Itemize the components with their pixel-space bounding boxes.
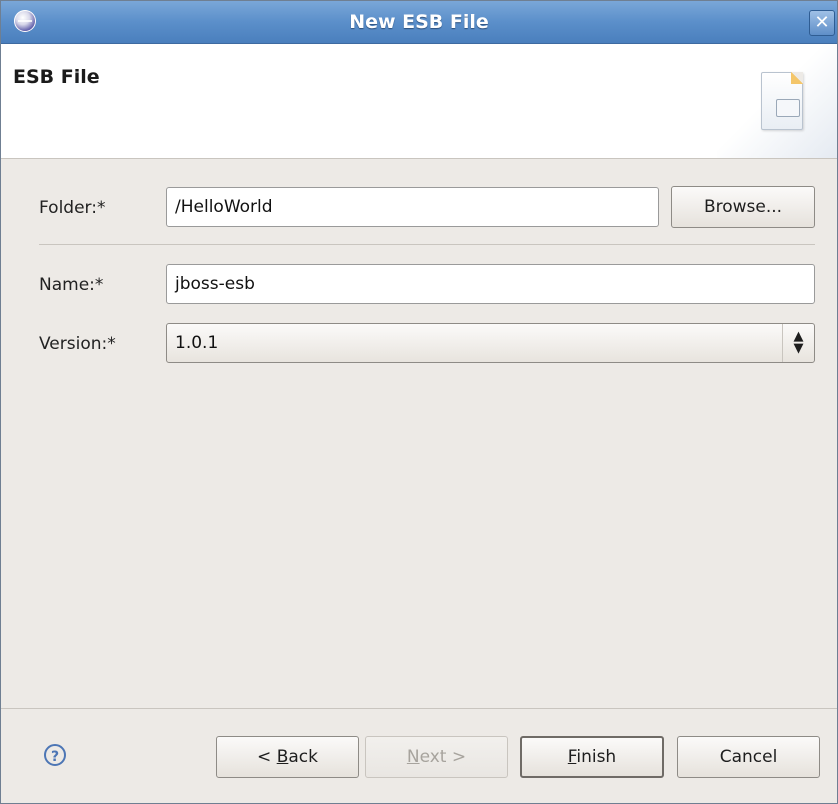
- help-icon[interactable]: ?: [44, 744, 66, 766]
- back-rest: ack: [288, 747, 318, 767]
- folder-label: Folder:*: [39, 198, 106, 218]
- finish-button[interactable]: Finish: [520, 736, 664, 778]
- banner-title: ESB File: [13, 66, 100, 88]
- name-input[interactable]: jboss-esb: [166, 264, 815, 304]
- next-button[interactable]: Next >: [365, 736, 508, 778]
- version-select[interactable]: 1.0.1 ▲ ▼: [166, 323, 815, 363]
- wizard-banner: ESB File: [1, 44, 837, 159]
- version-label: Version:*: [39, 334, 116, 354]
- select-updown-icon[interactable]: ▲ ▼: [782, 324, 814, 362]
- banner-graphic: [717, 44, 837, 158]
- back-prefix: <: [257, 747, 277, 767]
- new-file-wizard-icon: [761, 72, 803, 130]
- finish-rest: inish: [576, 747, 617, 767]
- title-bar[interactable]: New ESB File ✕: [1, 1, 837, 44]
- name-label: Name:*: [39, 275, 104, 295]
- footer-separator: [1, 708, 837, 709]
- browse-button[interactable]: Browse...: [671, 186, 815, 228]
- folder-input[interactable]: /HelloWorld: [166, 187, 659, 227]
- version-value: 1.0.1: [175, 333, 219, 353]
- dialog-title: New ESB File: [349, 11, 489, 33]
- back-mnemonic: B: [276, 747, 289, 767]
- back-button[interactable]: < Back: [216, 736, 359, 778]
- separator: [39, 244, 815, 245]
- next-rest: ext >: [419, 747, 467, 767]
- next-mnemonic: N: [406, 747, 420, 767]
- cancel-button[interactable]: Cancel: [677, 736, 820, 778]
- close-button[interactable]: ✕: [809, 10, 835, 36]
- new-esb-file-dialog: New ESB File ✕ ESB File Folder:* /HelloW…: [0, 0, 838, 804]
